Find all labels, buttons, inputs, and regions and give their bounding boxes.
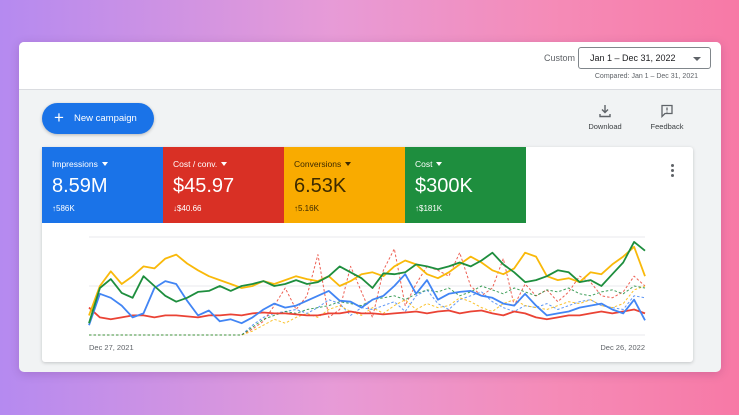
dropdown-caret-icon (101, 162, 108, 166)
x-axis-start-label: Dec 27, 2021 (89, 343, 134, 352)
metric-tile-cost-per-conversion[interactable]: Cost / conv. $45.97 ↓$40.66 (163, 147, 284, 223)
metric-label: Cost (415, 159, 433, 169)
metric-label: Impressions (52, 159, 98, 169)
comparison-range-text: Compared: Jan 1 – Dec 31, 2021 (594, 73, 698, 80)
series-line-conversions-previous (89, 285, 646, 336)
date-range-type-label: Custom (543, 53, 575, 63)
app-window: Custom Jan 1 – Dec 31, 2022 Compared: Ja… (19, 42, 721, 372)
metric-delta: ↑5.16K (294, 204, 319, 213)
dropdown-caret-icon (345, 162, 352, 166)
download-label: Download (588, 122, 622, 131)
metric-delta: ↑$181K (415, 204, 443, 213)
metric-selector[interactable]: Conversions (294, 159, 352, 169)
metric-delta: ↓$40.66 (173, 204, 202, 213)
metric-selector[interactable]: Impressions (52, 159, 108, 169)
metric-selector[interactable]: Cost / conv. (173, 159, 228, 169)
metric-tile-cost[interactable]: Cost $300K ↑$181K (405, 147, 526, 223)
dropdown-caret-icon (693, 57, 701, 61)
metric-value: 8.59M (52, 175, 108, 197)
dropdown-caret-icon (221, 162, 228, 166)
download-button[interactable]: Download (582, 104, 628, 134)
performance-card: Impressions 8.59M ↑586K Cost / conv. $45… (42, 147, 693, 362)
feedback-button[interactable]: Feedback (644, 104, 690, 134)
feedback-label: Feedback (650, 122, 684, 131)
new-campaign-label: New campaign (74, 113, 137, 124)
download-icon (599, 105, 611, 118)
metric-label: Conversions (294, 159, 342, 169)
metric-value: $300K (415, 175, 473, 197)
date-range-bar: Custom Jan 1 – Dec 31, 2022 Compared: Ja… (19, 42, 721, 90)
metric-selector[interactable]: Cost (415, 159, 443, 169)
x-axis-end-label: Dec 26, 2022 (600, 343, 645, 352)
series-line-conversions-current (88, 245, 646, 316)
more-options-icon[interactable] (669, 164, 675, 178)
series-line-cost-conv--previous (89, 248, 646, 336)
metric-value: $45.97 (173, 175, 235, 197)
metric-value: 6.53K (294, 175, 347, 197)
plus-icon: + (54, 108, 64, 127)
new-campaign-button[interactable]: + New campaign (42, 103, 154, 134)
date-range-value: Jan 1 – Dec 31, 2022 (590, 53, 676, 63)
metric-delta: ↑586K (52, 204, 75, 213)
metric-label: Cost / conv. (173, 159, 218, 169)
metric-tile-impressions[interactable]: Impressions 8.59M ↑586K (42, 147, 163, 223)
metric-tile-conversions[interactable]: Conversions 6.53K ↑5.16K (284, 147, 405, 223)
date-range-select[interactable]: Jan 1 – Dec 31, 2022 (578, 47, 711, 69)
feedback-icon (661, 104, 673, 118)
performance-line-chart (88, 236, 646, 336)
series-line-cost-previous (89, 285, 646, 336)
dropdown-caret-icon (436, 162, 443, 166)
